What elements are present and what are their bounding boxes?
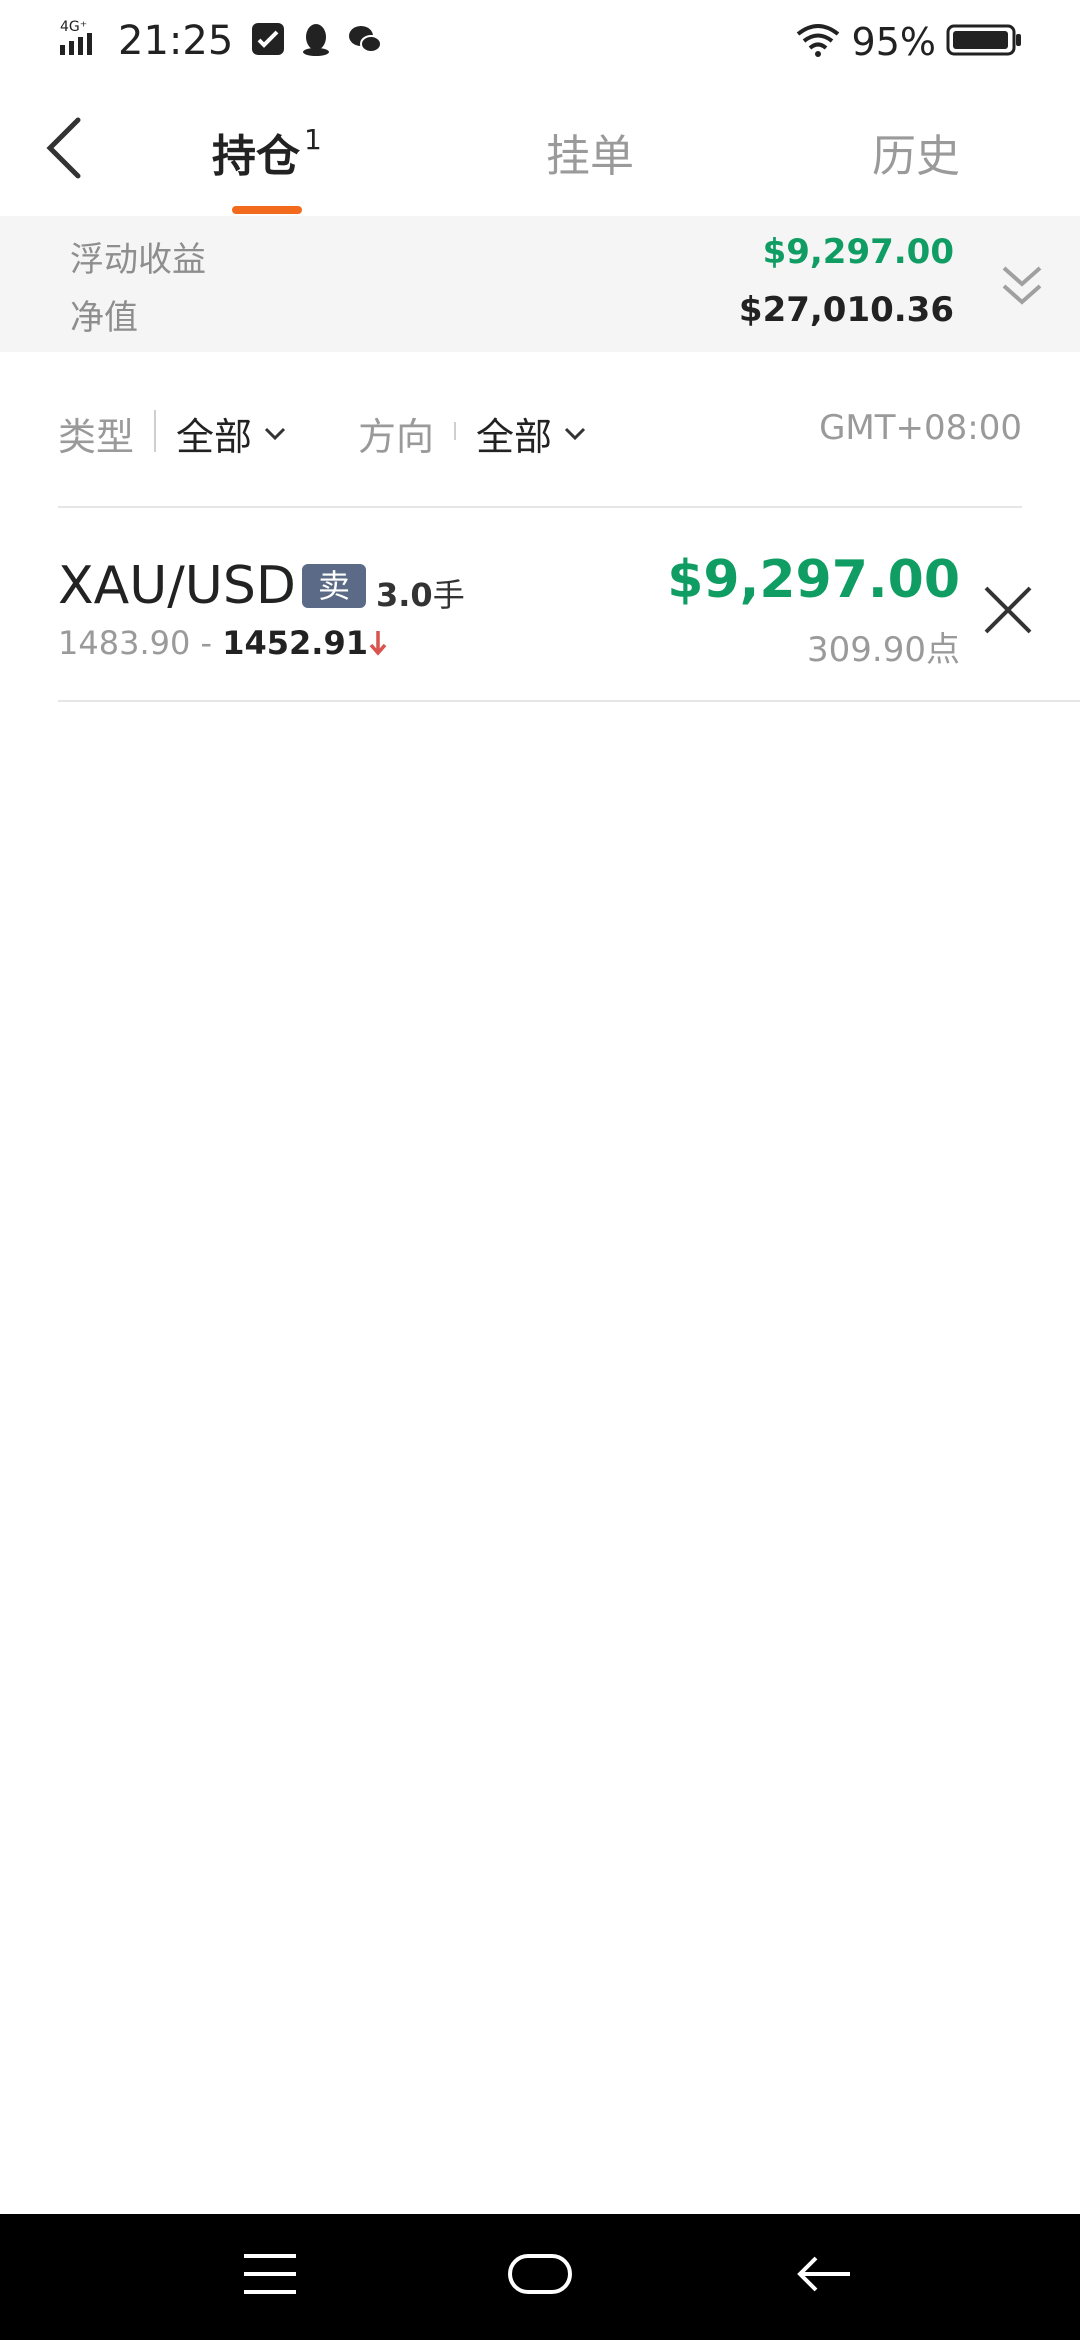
network-type: 4G⁺ — [60, 19, 87, 35]
status-right: 95% — [794, 20, 1022, 64]
row-divider — [58, 700, 1080, 702]
position-prices: 1483.90 - 1452.91 — [58, 624, 388, 662]
direction-filter-dropdown[interactable]: 全部 — [476, 406, 588, 461]
account-summary: 浮动收益 净值 $9,297.00 $27,010.36 — [0, 216, 1080, 352]
floating-pnl-value: $9,297.00 — [762, 232, 954, 272]
equity-label: 净值 — [70, 298, 138, 338]
close-icon — [984, 586, 1032, 634]
direction-filter-label: 方向 — [358, 415, 435, 459]
type-filter-dropdown[interactable]: 全部 — [176, 406, 288, 461]
close-position-button[interactable] — [980, 582, 1036, 638]
menu-icon — [244, 2254, 296, 2294]
position-pnl: $9,297.00 — [667, 550, 960, 610]
battery-percent: 95% — [851, 20, 936, 64]
direction-filter-divider — [454, 422, 456, 440]
chevron-down-icon — [564, 427, 586, 440]
tab-history[interactable]: 历史 — [872, 120, 960, 184]
tab-pending-orders-label: 挂单 — [546, 131, 634, 182]
open-price: 1483.90 — [58, 624, 191, 662]
double-chevron-down-icon — [1002, 266, 1042, 305]
system-navigation-bar — [0, 2214, 1080, 2340]
floating-pnl-label: 浮动收益 — [70, 240, 206, 280]
equity-value: $27,010.36 — [738, 290, 954, 330]
back-nav-button[interactable] — [784, 2244, 864, 2304]
menu-nav-button[interactable] — [230, 2244, 310, 2304]
status-left: 4G⁺ 21:25 — [58, 18, 383, 64]
chevron-down-icon — [264, 427, 286, 440]
filter-bar: 类型 全部 方向 全部 GMT+08:00 — [58, 392, 1022, 472]
arrow-down-icon — [369, 631, 387, 656]
tab-positions-label: 持仓 — [212, 131, 300, 182]
tab-history-label: 历史 — [872, 131, 960, 182]
status-time: 21:25 — [118, 18, 234, 64]
position-lots: 3.0手 — [376, 570, 465, 616]
battery-icon — [946, 23, 1022, 61]
current-price: 1452.91 — [222, 624, 368, 662]
tab-positions-count: 1 — [304, 123, 322, 157]
wechat-icon — [347, 22, 383, 60]
back-button[interactable] — [24, 108, 104, 188]
chevron-left-icon — [46, 117, 81, 179]
tab-pending-orders[interactable]: 挂单 — [546, 120, 634, 184]
position-row[interactable]: XAU/USD 卖 3.0手 1483.90 - 1452.91 $9,297.… — [58, 510, 1080, 700]
timezone-label: GMT+08:00 — [819, 408, 1022, 448]
lots-unit: 手 — [432, 576, 465, 614]
position-points: 309.90点 — [807, 630, 960, 670]
filter-divider — [58, 506, 1022, 508]
expand-summary-button[interactable] — [994, 258, 1050, 314]
tab-positions[interactable]: 持仓 1 — [212, 120, 322, 184]
top-tab-bar: 持仓 1 挂单 历史 — [0, 84, 1080, 216]
arrow-left-icon — [797, 2256, 850, 2292]
app-notification-icon — [251, 22, 285, 60]
active-tab-indicator — [232, 206, 302, 214]
type-filter-divider — [154, 410, 156, 452]
home-nav-button[interactable] — [500, 2244, 580, 2304]
wifi-icon — [794, 22, 842, 62]
type-filter-value: 全部 — [176, 415, 253, 459]
position-symbol: XAU/USD — [58, 556, 296, 616]
side-badge: 卖 — [302, 564, 366, 608]
price-separator: - — [200, 624, 213, 662]
home-icon — [508, 2254, 572, 2294]
status-bar: 4G⁺ 21:25 95% — [0, 0, 1080, 84]
type-filter-label: 类型 — [58, 415, 135, 459]
lots-value: 3.0 — [376, 576, 433, 614]
direction-filter-value: 全部 — [476, 415, 553, 459]
signal-icon: 4G⁺ — [58, 19, 108, 63]
qq-icon — [301, 22, 331, 60]
